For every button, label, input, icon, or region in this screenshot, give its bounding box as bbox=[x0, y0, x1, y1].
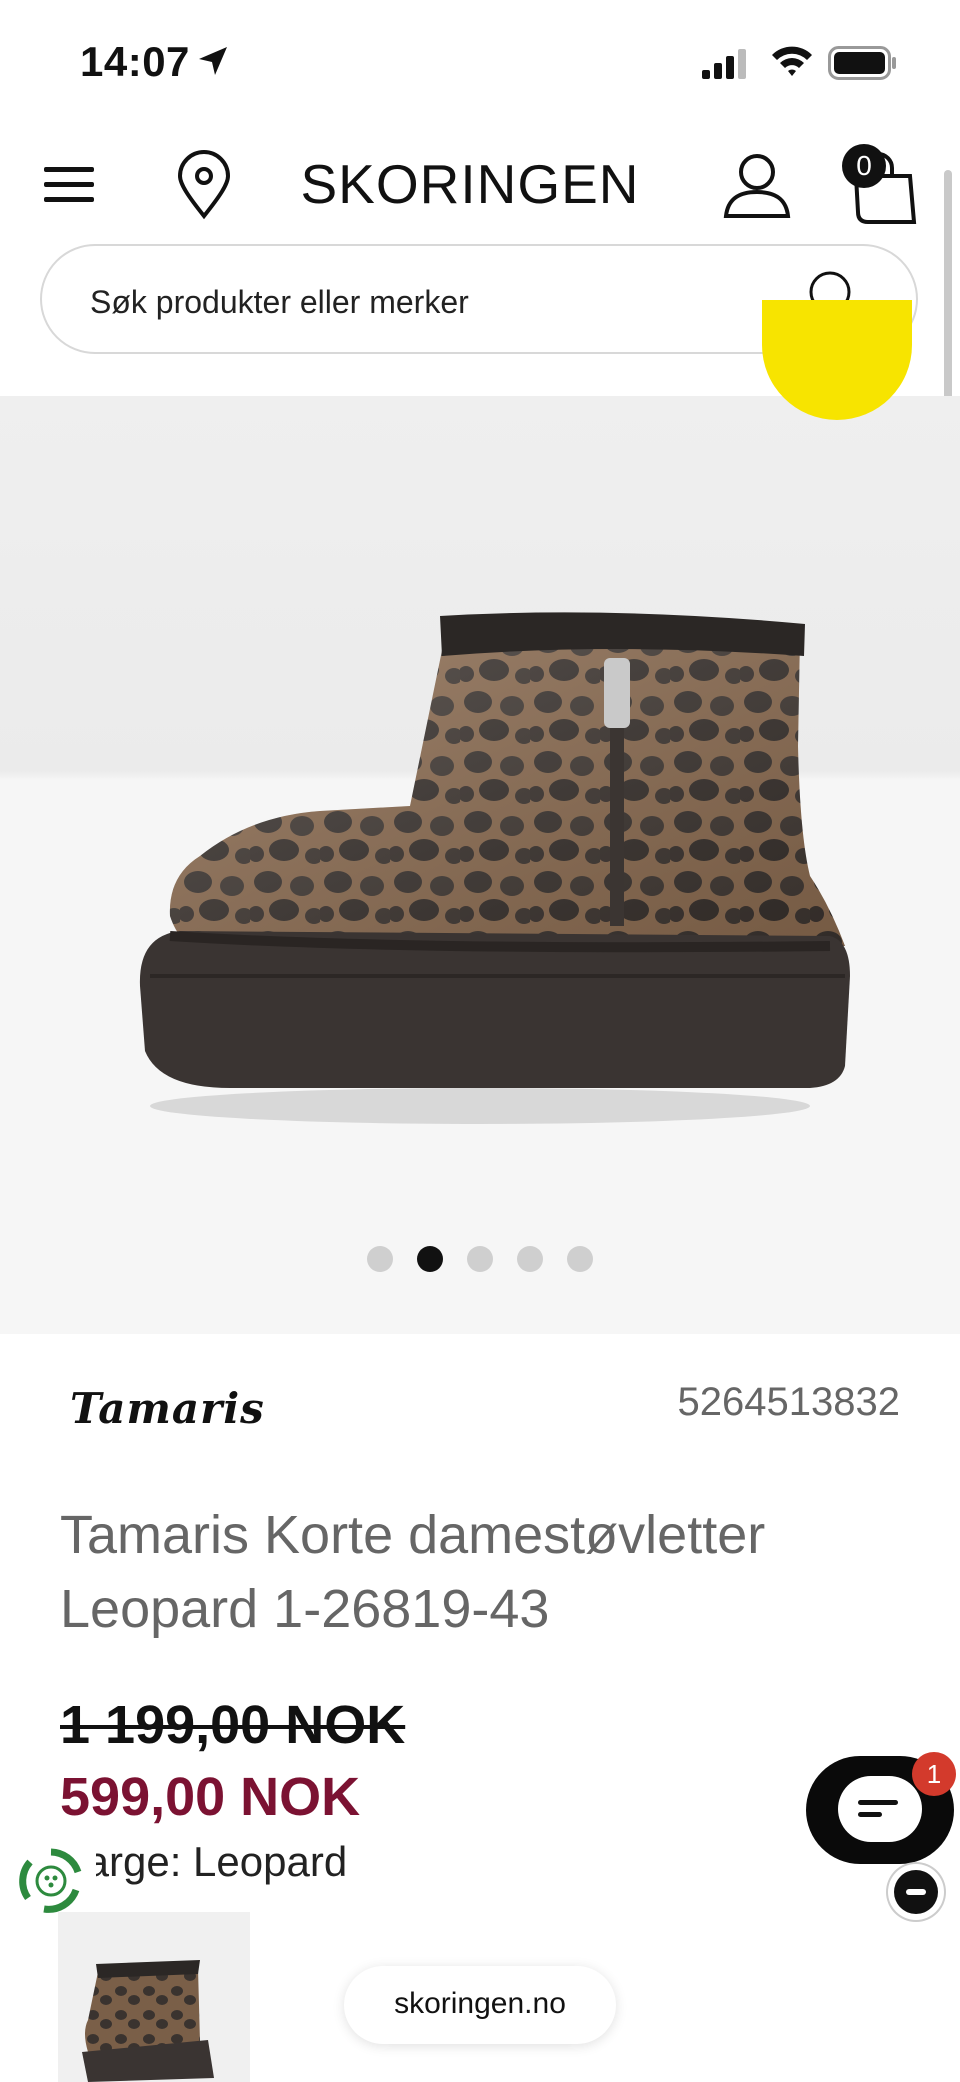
browser-url-text: skoringen.no bbox=[394, 1987, 566, 2020]
account-icon[interactable] bbox=[722, 150, 792, 220]
thumbnail-image bbox=[82, 1960, 214, 2082]
battery-icon bbox=[828, 46, 896, 80]
gallery-dot[interactable] bbox=[467, 1246, 493, 1272]
cart-count-badge: 0 bbox=[842, 144, 886, 188]
search-placeholder: Søk produkter eller merker bbox=[90, 284, 469, 320]
signal-icon bbox=[702, 49, 746, 79]
location-pin-icon[interactable] bbox=[174, 150, 234, 220]
product-sku: 5264513832 bbox=[677, 1380, 900, 1424]
chat-bubble-icon bbox=[838, 1776, 922, 1842]
product-image-gallery[interactable] bbox=[0, 396, 960, 1334]
chat-lines-icon bbox=[858, 1800, 898, 1817]
chat-notification-badge: 1 bbox=[912, 1752, 956, 1796]
wifi-icon bbox=[772, 46, 812, 76]
product-image[interactable] bbox=[110, 506, 850, 1146]
status-time: 14:07 bbox=[80, 38, 190, 85]
gallery-dot-active[interactable] bbox=[417, 1246, 443, 1272]
product-title: Tamaris Korte damestøvletter Leopard 1-2… bbox=[60, 1505, 766, 1639]
menu-icon[interactable] bbox=[40, 160, 100, 210]
product-color: Farge: Leopard bbox=[60, 1838, 348, 1885]
scrollbar[interactable] bbox=[944, 170, 952, 432]
location-arrow-icon bbox=[199, 47, 227, 75]
gallery-dot[interactable] bbox=[567, 1246, 593, 1272]
sale-price: 599,00 NOK bbox=[60, 1767, 361, 1827]
gallery-pagination bbox=[0, 1246, 960, 1276]
brand-logo[interactable]: Tamaris bbox=[70, 1384, 265, 1433]
gallery-dot[interactable] bbox=[517, 1246, 543, 1272]
gallery-dot[interactable] bbox=[367, 1246, 393, 1272]
minimize-icon[interactable] bbox=[888, 1864, 944, 1920]
original-price: 1 199,00 NOK bbox=[60, 1695, 406, 1755]
recycle-icon[interactable] bbox=[16, 1846, 86, 1916]
product-thumbnail[interactable] bbox=[58, 1912, 250, 2082]
site-logo[interactable]: SKORINGEN bbox=[300, 152, 640, 216]
